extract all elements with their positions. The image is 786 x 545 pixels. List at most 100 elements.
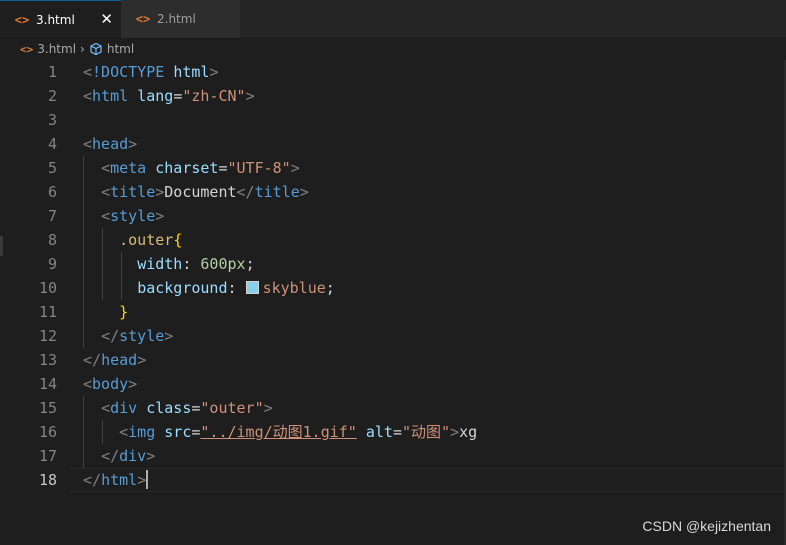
code-token: meta [110,159,147,177]
line-number: 13 [38,351,57,369]
code-line[interactable]: 15 <div class="outer"> [0,396,786,420]
code-token: ; [245,255,255,273]
code-line[interactable]: 17 </div> [0,444,786,468]
code-token: class [146,399,192,417]
code-token: = [173,87,183,105]
code-token: html [101,471,138,489]
code-token: < [101,159,111,177]
line-number: 2 [47,87,57,105]
line-number: 4 [47,135,57,153]
code-token: > [128,375,138,393]
code-token: background [137,279,228,297]
breadcrumb: <> 3.html › html [0,38,786,60]
breadcrumb-file[interactable]: 3.html [37,42,76,56]
code-token: 600px [200,255,246,273]
code-line[interactable]: 16 <img src="../img/动图1.gif" alt="动图">xg [0,420,786,444]
code-line[interactable]: 9 width: 600px; [0,252,786,276]
code-line[interactable]: 5 <meta charset="UTF-8"> [0,156,786,180]
chevron-right-icon: › [80,42,85,56]
code-token: </ [236,183,255,201]
code-token: } [119,303,129,321]
code-text: <img src="../img/动图1.gif" alt="动图">xg [83,420,477,444]
code-line[interactable]: 11 } [0,300,786,324]
tab-3-html[interactable]: <> 3.html ✕ [0,0,121,38]
code-token: "../img/动图1.gif" [200,423,357,441]
code-line[interactable]: 10 background: skyblue; [0,276,786,300]
code-line[interactable]: 18 </html> [0,468,786,492]
line-number: 15 [38,399,57,417]
tab-label: 2.html [157,12,196,26]
code-token: html [92,87,129,105]
code-line[interactable]: 4 <head> [0,132,786,156]
code-token: title [110,183,156,201]
tab-2-html[interactable]: <> 2.html [121,0,241,38]
code-text: </div> [83,444,155,468]
code-token: src [164,423,192,441]
code-token: < [101,399,111,417]
code-token: > [263,399,273,417]
color-swatch[interactable] [245,281,259,294]
code-token: </ [83,351,102,369]
code-token: > [299,183,309,201]
code-token: "outer" [200,399,264,417]
code-line[interactable]: 13 </head> [0,348,786,372]
code-text: background: skyblue; [83,276,335,300]
code-token: xg [459,423,478,441]
html-file-icon: <> [20,42,34,56]
code-token: skyblue [262,279,326,297]
code-token: img [128,423,156,441]
line-number: 12 [38,327,57,345]
code-line[interactable]: 12 </style> [0,324,786,348]
code-token: < [101,207,111,225]
code-text: <body> [83,372,137,396]
code-token: > [245,87,255,105]
code-token: style [119,327,165,345]
code-text: } [83,300,128,324]
code-token: body [92,375,129,393]
tab-bar: <> 3.html ✕ <> 2.html [0,0,786,39]
code-token: !DOCTYPE [92,63,165,81]
code-line[interactable]: 3 [0,108,786,132]
code-text: <div class="outer"> [83,396,273,420]
code-token: < [83,63,93,81]
code-text: </head> [83,348,146,372]
code-token: style [110,207,156,225]
code-token: div [119,447,147,465]
tab-label: 3.html [36,12,75,27]
code-line[interactable]: 2 <html lang="zh-CN"> [0,84,786,108]
code-token: < [83,135,93,153]
code-line[interactable]: 8 .outer{ [0,228,786,252]
code-editor[interactable]: 1 <!DOCTYPE html> 2 <html lang="zh-CN"> 3 4 <h… [0,60,786,545]
code-text: </html> [83,468,149,492]
code-token: html [173,63,210,81]
code-token: > [290,159,300,177]
line-number: 6 [47,183,57,201]
code-text: <!DOCTYPE html> [83,60,218,84]
breadcrumb-element[interactable]: html [107,42,134,56]
code-line[interactable]: 7 <style> [0,204,786,228]
code-line[interactable]: 6 <title>Document</title> [0,180,786,204]
code-token: </ [101,447,120,465]
watermark: CSDN @kejizhentan [642,518,771,534]
code-token: > [155,183,165,201]
line-number: 3 [47,111,57,129]
code-token: < [83,87,93,105]
code-token: .outer [119,231,174,249]
code-line[interactable]: 1 <!DOCTYPE html> [0,60,786,84]
code-token: > [128,135,138,153]
code-line[interactable]: 14 <body> [0,372,786,396]
close-icon[interactable]: ✕ [100,11,113,27]
code-token: > [450,423,460,441]
